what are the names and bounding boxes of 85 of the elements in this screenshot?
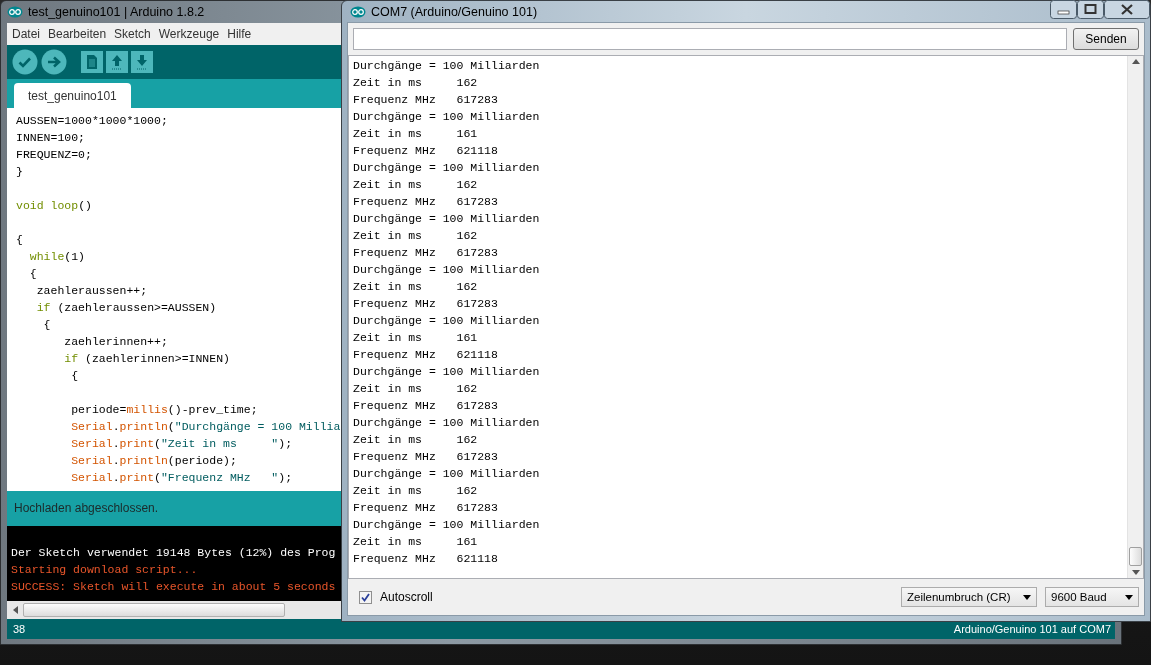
code-line: periode=millis()-prev_time; (70, 402, 258, 419)
scrollbar-thumb[interactable] (23, 603, 285, 618)
serial-output-line: Zeit in ms 162 (353, 279, 478, 295)
code-line: { (16, 232, 23, 249)
code-line: void loop() (16, 198, 92, 215)
serial-output-line: Zeit in ms 161 (353, 534, 478, 550)
code-line: { (28, 266, 37, 283)
serial-output-line: Durchgänge = 100 Milliarden (353, 415, 540, 431)
serial-output-line: Durchgänge = 100 Milliarden (353, 517, 540, 533)
serial-output-line: Frequenz MHz 617283 (353, 398, 498, 414)
close-icon[interactable] (1104, 0, 1150, 19)
message-input-field[interactable] (353, 28, 1067, 50)
app-logo-icon (350, 5, 366, 18)
scrollbar-thumb[interactable] (1129, 547, 1142, 566)
serial-output-line: Frequenz MHz 617283 (353, 296, 498, 312)
app-logo-icon (7, 5, 23, 18)
baud-rate-dropdown[interactable]: 9600 Baud (1045, 587, 1139, 607)
new-file-icon[interactable] (81, 50, 103, 73)
serial-output-line: Zeit in ms 162 (353, 177, 478, 193)
serial-output-line: Durchgänge = 100 Milliarden (353, 109, 540, 125)
serial-output-line: Durchgänge = 100 Milliarden (353, 466, 540, 482)
menu-item[interactable]: Hilfe (227, 26, 252, 41)
status-message: Hochladen abgeschlossen. (14, 501, 159, 516)
maximize-icon[interactable] (1077, 0, 1104, 19)
serial-output-line: Zeit in ms 162 (353, 483, 478, 499)
code-line: AUSSEN=1000*1000*1000; (16, 113, 168, 130)
menu-item[interactable]: Werkzeuge (158, 26, 220, 41)
menu-item[interactable]: Datei (12, 26, 40, 41)
serial-output-line: Durchgänge = 100 Milliarden (353, 313, 540, 329)
code-line: { (70, 368, 79, 385)
code-line: Serial.print("Frequenz MHz "); (70, 470, 293, 487)
console-line: SUCCESS: Sketch will execute in about 5 seconds (11, 578, 336, 595)
code-line: Serial.println("Durchgänge = 100 Millia (70, 419, 341, 436)
serial-output-line: Zeit in ms 162 (353, 228, 478, 244)
serial-output-line: Frequenz MHz 621118 (353, 347, 498, 363)
code-line: Serial.println(periode); (70, 453, 237, 470)
line-ending-dropdown[interactable]: Zeilenumbruch (CR) (901, 587, 1037, 607)
serial-output-line: Frequenz MHz 621118 (353, 143, 498, 159)
serial-output-line: Frequenz MHz 617283 (353, 92, 498, 108)
dropdown-value: Zeilenumbruch (CR) (907, 591, 1011, 603)
minimize-icon[interactable] (1050, 0, 1077, 19)
autoscroll-label: Autoscroll (380, 590, 433, 604)
code-line: while(1) (28, 249, 86, 266)
serial-output-line: Zeit in ms 161 (353, 126, 478, 142)
code-line: { (42, 317, 51, 334)
code-line: INNEN=100; (16, 130, 85, 147)
console-line: Der Sketch verwendet 19148 Bytes (12%) des Prog (11, 544, 336, 561)
serial-output-line: Zeit in ms 162 (353, 381, 478, 397)
send-button[interactable]: Senden (1073, 28, 1139, 50)
scroll-up-arrow-icon[interactable] (1131, 59, 1140, 64)
dropdown-value: 9600 Baud (1051, 591, 1107, 603)
scroll-left-arrow-icon[interactable] (13, 606, 19, 615)
sketch-tab[interactable]: test_genuino101 (14, 83, 131, 109)
code-line: if (zaehleraussen>=AUSSEN) (35, 300, 217, 317)
scroll-down-arrow-icon[interactable] (1131, 570, 1140, 575)
code-line: zaehlerinnen++; (63, 334, 168, 351)
line-number: 38 (13, 623, 26, 636)
code-line: } (16, 164, 23, 181)
code-line: if (zaehlerinnen>=INNEN) (63, 351, 230, 368)
caret-icon (1125, 594, 1133, 600)
serial-output-line: Zeit in ms 161 (353, 330, 478, 346)
serial-output-line: Zeit in ms 162 (353, 432, 478, 448)
code-line: FREQUENZ=0; (16, 147, 92, 164)
window-title: COM7 (Arduino/Genuino 101) (371, 4, 538, 19)
serial-output-line: Durchgänge = 100 Milliarden (353, 160, 540, 176)
serial-output-line: Frequenz MHz 621118 (353, 551, 498, 567)
serial-output-line: Durchgänge = 100 Milliarden (353, 211, 540, 227)
serial-output-line: Frequenz MHz 617283 (353, 245, 498, 261)
serial-output-line: Durchgänge = 100 Milliarden (353, 262, 540, 278)
menu-item[interactable]: Sketch (114, 26, 151, 41)
board-port-label: Arduino/Genuino 101 auf COM7 (953, 623, 1111, 636)
code-line: Serial.print("Zeit in ms "); (70, 436, 293, 453)
console-line: Starting download script... (11, 561, 198, 578)
menu-item[interactable]: Bearbeiten (48, 26, 107, 41)
serial-output-line: Frequenz MHz 617283 (353, 194, 498, 210)
vertical-scrollbar[interactable] (1127, 56, 1143, 578)
serial-output-line: Durchgänge = 100 Milliarden (353, 58, 540, 74)
code-line: zaehleraussen++; (35, 283, 148, 300)
serial-output-line: Frequenz MHz 617283 (353, 449, 498, 465)
serial-output-line: Durchgänge = 100 Milliarden (353, 364, 540, 380)
serial-output-line: Frequenz MHz 617283 (353, 500, 498, 516)
verify-check-icon[interactable] (12, 48, 38, 75)
autoscroll-checkbox[interactable] (359, 590, 372, 604)
serial-output-line: Zeit in ms 162 (353, 75, 478, 91)
window-title: test_genuino101 | Arduino 1.8.2 (28, 4, 205, 19)
